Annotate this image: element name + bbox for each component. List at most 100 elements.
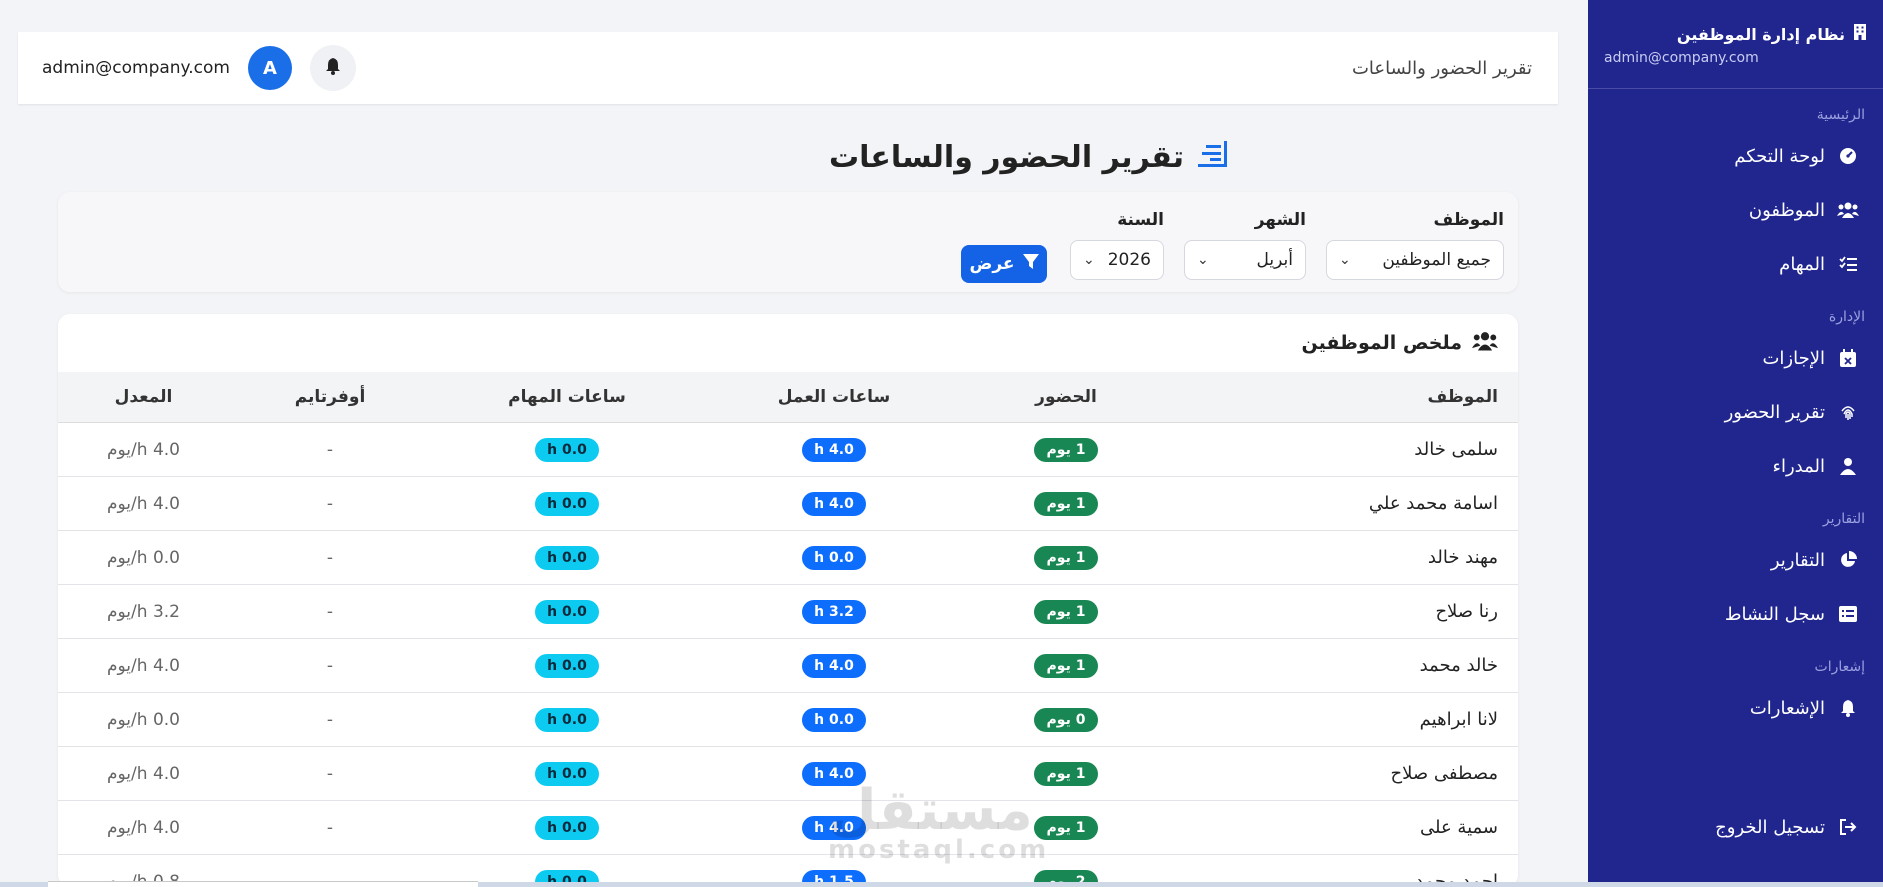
- column-header: ساعات العمل: [703, 372, 965, 423]
- calendar-x-icon: [1837, 347, 1859, 369]
- month-filter-label: الشهر: [1254, 210, 1306, 230]
- employee-summary-card: ملخص الموظفين الموظف الحضور ساعات العمل …: [58, 314, 1518, 887]
- summary-header: ملخص الموظفين: [58, 314, 1518, 372]
- work-hours-badge: 4.0 h: [802, 491, 866, 516]
- table-row: لانا ابراهيم 0 يوم 0.0 h 0.0 h -0.0 h/يوم: [58, 692, 1518, 747]
- sidebar-item-notifications[interactable]: الإشعارات: [1588, 681, 1883, 735]
- bottom-scrollbar: [0, 881, 1883, 887]
- dashboard-icon: [1837, 145, 1859, 167]
- task-hours-cell: 0.0 h: [431, 800, 703, 855]
- bell-icon: [325, 57, 341, 79]
- sidebar-item-managers[interactable]: المدراء: [1588, 439, 1883, 493]
- employee-name: مصطفى صلاح: [1167, 746, 1518, 801]
- average-cell: 4.0 h/يوم: [58, 638, 229, 693]
- year-filter-label: السنة: [1117, 210, 1164, 230]
- show-button[interactable]: عرض: [961, 245, 1047, 283]
- task-hours-cell: 0.0 h: [431, 638, 703, 693]
- employee-filter: الموظف جميع الموظفين ⌄: [1326, 210, 1504, 280]
- attendance-cell: 1 يوم: [965, 530, 1167, 585]
- work-hours-cell: 4.0 h: [703, 476, 965, 531]
- month-select[interactable]: أبريل ⌄: [1184, 240, 1306, 280]
- sidebar-item-activity-log[interactable]: سجل النشاط: [1588, 587, 1883, 641]
- attendance-cell: 1 يوم: [965, 638, 1167, 693]
- sidebar-item-tasks[interactable]: المهام: [1588, 237, 1883, 291]
- sidebar-item-dashboard[interactable]: لوحة التحكم: [1588, 129, 1883, 183]
- chevron-down-icon: ⌄: [1339, 252, 1351, 268]
- table-row: اسامة محمد علي 1 يوم 4.0 h 0.0 h -4.0 h/يوم: [58, 476, 1518, 531]
- overtime-cell: -: [229, 800, 431, 855]
- avatar[interactable]: A: [247, 46, 292, 90]
- employee-name: اسامة محمد علي: [1167, 476, 1518, 531]
- employee-filter-label: الموظف: [1433, 210, 1504, 230]
- sidebar-brand: نظام إدارة الموظفين admin@company.com: [1588, 0, 1883, 89]
- work-hours-badge: 4.0 h: [802, 653, 866, 678]
- scrollbar-thumb[interactable]: [48, 881, 478, 887]
- employee-name: مهند خالد: [1167, 530, 1518, 585]
- average-cell: 0.0 h/يوم: [58, 692, 229, 747]
- employee-name: سلمى خالد: [1167, 422, 1518, 477]
- chart-bar-icon: [1198, 140, 1228, 175]
- attendance-badge: 1 يوم: [1034, 653, 1098, 678]
- attendance-cell: 1 يوم: [965, 476, 1167, 531]
- overtime-cell: -: [229, 638, 431, 693]
- column-header: أوفرتايم: [229, 372, 431, 423]
- task-hours-cell: 0.0 h: [431, 530, 703, 585]
- work-hours-cell: 4.0 h: [703, 422, 965, 477]
- sidebar-item-reports[interactable]: التقارير: [1588, 533, 1883, 587]
- overtime-cell: -: [229, 692, 431, 747]
- task-hours-cell: 0.0 h: [431, 692, 703, 747]
- table-row: سلمى خالد 1 يوم 4.0 h 0.0 h -4.0 h/يوم: [58, 422, 1518, 477]
- chevron-down-icon: ⌄: [1083, 252, 1095, 268]
- work-hours-cell: 0.0 h: [703, 692, 965, 747]
- year-select[interactable]: 2026 ⌄: [1070, 240, 1164, 280]
- average-cell: 0.0 h/يوم: [58, 530, 229, 585]
- table-row: رنا صلاح 1 يوم 3.2 h 0.0 h -3.2 h/يوم: [58, 584, 1518, 639]
- attendance-badge: 1 يوم: [1034, 491, 1098, 516]
- task-hours-badge: 0.0 h: [535, 599, 599, 624]
- table-row: مهند خالد 1 يوم 0.0 h 0.0 h -0.0 h/يوم: [58, 530, 1518, 585]
- column-header: الموظف: [1167, 372, 1518, 423]
- filter-icon: [1022, 253, 1039, 275]
- average-cell: 4.0 h/يوم: [58, 476, 229, 531]
- month-filter: الشهر أبريل ⌄: [1184, 210, 1306, 280]
- summary-title: ملخص الموظفين: [1301, 332, 1462, 354]
- chevron-down-icon: ⌄: [1197, 252, 1209, 268]
- sidebar-item-leaves[interactable]: الإجازات: [1588, 331, 1883, 385]
- sidebar: نظام إدارة الموظفين admin@company.com ال…: [1588, 0, 1883, 882]
- attendance-badge: 1 يوم: [1034, 599, 1098, 624]
- filter-panel: الموظف جميع الموظفين ⌄ الشهر أبريل ⌄ الس…: [58, 192, 1518, 292]
- employee-name: رنا صلاح: [1167, 584, 1518, 639]
- watermark: مستقل mostaql.com: [828, 778, 1050, 865]
- page-title: تقرير الحضور والساعات: [829, 140, 1228, 175]
- topbar-user: admin@company.com A: [42, 45, 356, 91]
- work-hours-badge: 4.0 h: [802, 437, 866, 462]
- attendance-cell: 1 يوم: [965, 422, 1167, 477]
- overtime-cell: -: [229, 746, 431, 801]
- average-cell: 4.0 h/يوم: [58, 746, 229, 801]
- task-hours-badge: 0.0 h: [535, 815, 599, 840]
- section-label-admin: الإدارة: [1828, 309, 1865, 325]
- employee-select[interactable]: جميع الموظفين ⌄: [1326, 240, 1504, 280]
- work-hours-badge: 3.2 h: [802, 599, 866, 624]
- logout-button[interactable]: تسجيل الخروج: [1588, 800, 1883, 854]
- task-hours-badge: 0.0 h: [535, 491, 599, 516]
- average-cell: 4.0 h/يوم: [58, 422, 229, 477]
- column-header: المعدل: [58, 372, 229, 423]
- section-label-notifications: إشعارات: [1814, 659, 1865, 675]
- task-hours-badge: 0.0 h: [535, 437, 599, 462]
- sidebar-item-attendance-report[interactable]: تقرير الحضور: [1588, 385, 1883, 439]
- topbar-title: تقرير الحضور والساعات: [1351, 57, 1532, 79]
- table-row: سمية على 1 يوم 4.0 h 0.0 h -4.0 h/يوم: [58, 800, 1518, 855]
- sidebar-item-employees[interactable]: الموظفون: [1588, 183, 1883, 237]
- section-label-reports: التقارير: [1822, 511, 1865, 527]
- notifications-button[interactable]: [309, 45, 356, 91]
- summary-table: الموظف الحضور ساعات العمل ساعات المهام أ…: [58, 372, 1518, 887]
- users-icon: [1472, 331, 1498, 356]
- task-hours-cell: 0.0 h: [431, 476, 703, 531]
- attendance-badge: 0 يوم: [1034, 707, 1098, 732]
- work-hours-cell: 0.0 h: [703, 530, 965, 585]
- attendance-badge: 1 يوم: [1034, 437, 1098, 462]
- task-hours-badge: 0.0 h: [535, 761, 599, 786]
- column-header: الحضور: [965, 372, 1167, 423]
- average-cell: 4.0 h/يوم: [58, 800, 229, 855]
